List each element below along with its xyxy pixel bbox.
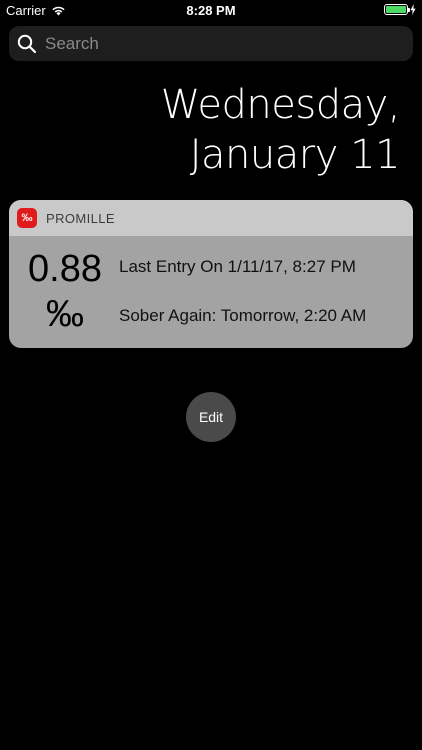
status-bar: Carrier 8:28 PM	[0, 0, 422, 22]
last-entry-text: Last Entry On 1/11/17, 8:27 PM	[119, 257, 356, 276]
search-bar[interactable]	[9, 26, 413, 61]
battery-icon	[384, 4, 410, 15]
charging-bolt-icon	[410, 4, 416, 15]
date-month-day: January 11	[189, 132, 401, 178]
widget-app-name: PROMILLE	[46, 210, 115, 226]
date-weekday: Wednesday,	[160, 82, 401, 128]
bac-value: 0.88	[28, 248, 102, 290]
search-input[interactable]	[45, 26, 413, 61]
permille-unit: ‰	[46, 293, 84, 335]
status-time: 8:28 PM	[186, 3, 236, 18]
battery-level	[386, 6, 406, 13]
sober-again-text: Sober Again: Tomorrow, 2:20 AM	[119, 306, 367, 325]
edit-button[interactable]: Edit	[186, 392, 236, 442]
status-right	[384, 4, 416, 15]
search-icon	[17, 34, 37, 54]
widget-body: 0.88 ‰ Last Entry On 1/11/17, 8:27 PM So…	[9, 236, 413, 348]
widget-header: ‰ PROMILLE	[9, 200, 413, 236]
promille-widget[interactable]: ‰ PROMILLE 0.88 ‰ Last Entry On 1/11/17,…	[9, 200, 413, 348]
today-view-screen: Carrier 8:28 PM Search Wednesday, Januar…	[0, 0, 422, 750]
promille-app-icon: ‰	[17, 208, 37, 228]
date-heading: Wednesday, January 11	[160, 80, 401, 180]
